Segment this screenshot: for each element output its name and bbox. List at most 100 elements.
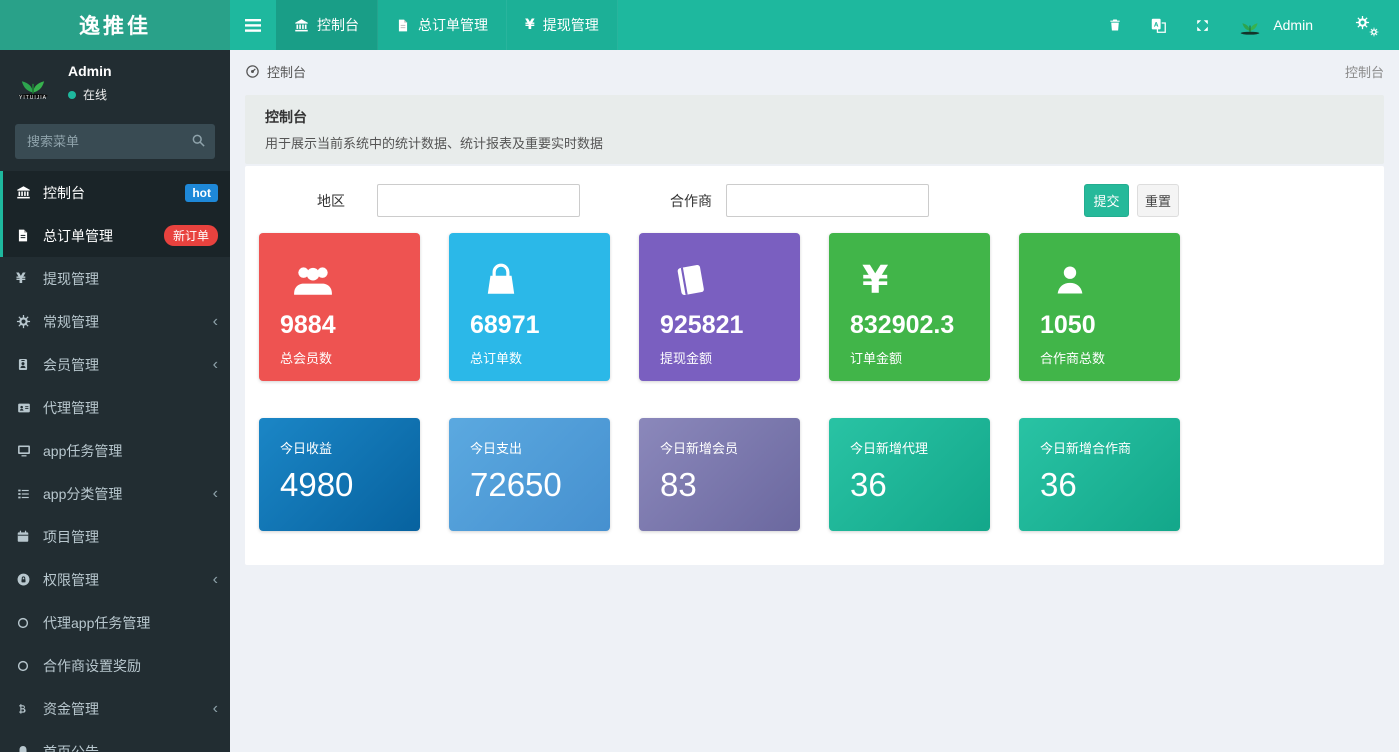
nav-tab-label: 控制台 [317,15,359,35]
stat-value: 1050 [1040,311,1159,340]
screen-icon [16,443,43,458]
stat-label: 今日新增会员 [660,438,779,457]
stat-value: 36 [1040,466,1159,504]
nav-tab-orders[interactable]: 总订单管理 [378,0,507,50]
stat-label: 总订单数 [470,348,589,367]
logo-text: YITUIJIA [19,95,47,101]
sidebar-toggle-button[interactable] [230,0,276,50]
stat-card-new-agents: 今日新增代理 36 [829,418,990,531]
page-title: 控制台 [265,107,1364,127]
stat-card-new-members: 今日新增会员 83 [639,418,800,531]
shopping-bag-icon [482,257,589,303]
stat-label: 提现金额 [660,348,779,367]
dashboard-icon [245,64,260,79]
chevron-left-icon: ‹ [213,314,218,330]
sidebar-item-agent-app-tasks[interactable]: 代理app任务管理 [0,601,230,644]
circle-icon [16,616,43,630]
sidebar-item-withdraw[interactable]: ¥ 提现管理 [0,257,230,300]
stat-card-today-expense: 今日支出 72650 [449,418,610,531]
stat-card-total-partners: 1050 合作商总数 [1019,233,1180,381]
sidebar-item-funds[interactable]: 资金管理 ‹ [0,687,230,730]
app-logo[interactable]: 逸推佳 [0,0,230,50]
stat-label: 订单金额 [850,348,969,367]
reset-button[interactable]: 重置 [1137,184,1179,217]
chevron-left-icon: ‹ [213,486,218,502]
book-icon [672,257,779,303]
sidebar-item-members[interactable]: 会员管理 ‹ [0,343,230,386]
trash-icon-button[interactable] [1094,0,1136,50]
partner-field-label: 合作商 [580,191,726,211]
stat-label: 合作商总数 [1040,348,1159,367]
top-navbar: 逸推佳 控制台 总订单管理 ¥ 提现管理 [0,0,1399,50]
sidebar-item-app-categories[interactable]: app分类管理 ‹ [0,472,230,515]
search-icon[interactable] [191,133,206,148]
stat-label: 总会员数 [280,348,399,367]
lock-circle-icon [16,572,43,587]
yen-icon: ¥ [862,257,969,303]
chevron-left-icon: ‹ [213,357,218,373]
yen-icon: ¥ [525,17,535,33]
stat-card-withdraw-amount: 925821 提现金额 [639,233,800,381]
avatar: YITUIJIA [10,60,56,106]
sidebar-item-agents[interactable]: 代理管理 [0,386,230,429]
stat-card-total-members: 9884 总会员数 [259,233,420,381]
stat-value: 9884 [280,311,399,340]
breadcrumb-right: 控制台 [1345,62,1384,81]
hamburger-icon [245,19,261,32]
dashboard-panel: 地区 合作商 提交 重置 9884 总会员数 68971 总订单数 [245,166,1384,565]
filter-form: 地区 合作商 提交 重置 [259,184,1370,217]
sidebar-item-announcements[interactable]: 首页公告 [0,730,230,752]
stat-label: 今日收益 [280,438,399,457]
circle-icon [16,659,43,673]
navbar-right: Admin [1094,0,1399,50]
id-card-icon [16,401,43,415]
language-icon-button[interactable] [1136,0,1181,50]
calendar-icon [16,529,43,544]
bell-icon [16,744,43,752]
stat-label: 今日新增合作商 [1040,438,1159,457]
sidebar-item-permissions[interactable]: 权限管理 ‹ [0,558,230,601]
user-name: Admin [1273,17,1313,33]
stat-value: 83 [660,466,779,504]
stat-value: 68971 [470,311,589,340]
sidebar-item-dashboard[interactable]: 控制台 hot [0,171,230,214]
sidebar-item-partner-rewards[interactable]: 合作商设置奖励 [0,644,230,687]
partner-input[interactable] [726,184,929,217]
stat-value: 832902.3 [850,311,969,340]
sidebar-item-projects[interactable]: 项目管理 [0,515,230,558]
yen-icon: ¥ [16,271,43,287]
nav-tab-dashboard[interactable]: 控制台 [276,0,378,50]
stats-row-2: 今日收益 4980 今日支出 72650 今日新增会员 83 今日新增代理 36… [259,418,1370,531]
stat-label: 今日新增代理 [850,438,969,457]
hot-badge: hot [185,184,218,202]
new-order-badge: 新订单 [164,225,218,246]
sidebar-item-general[interactable]: 常规管理 ‹ [0,300,230,343]
region-field-label: 地区 [259,191,377,211]
nav-tab-withdraw[interactable]: ¥ 提现管理 [507,0,618,50]
page-subtitle: 用于展示当前系统中的统计数据、统计报表及重要实时数据 [265,133,1364,152]
stat-value: 4980 [280,466,399,504]
stat-card-total-orders: 68971 总订单数 [449,233,610,381]
sidebar-menu: 控制台 hot 总订单管理 新订单 ¥ 提现管理 常规管理 ‹ 会员管理 [0,171,230,752]
sidebar-user-panel: YITUIJIA Admin 在线 [0,50,230,116]
stat-card-today-income: 今日收益 4980 [259,418,420,531]
submit-button[interactable]: 提交 [1084,184,1129,217]
sidebar-search [15,124,215,159]
search-input[interactable] [15,124,215,159]
gears-icon [1355,15,1377,35]
stat-label: 今日支出 [470,438,589,457]
region-input[interactable] [377,184,580,217]
sidebar-item-app-tasks[interactable]: app任务管理 [0,429,230,472]
list-icon [16,487,43,501]
settings-icon-button[interactable] [1341,0,1391,50]
breadcrumb: 控制台 控制台 [230,50,1399,91]
fullscreen-icon-button[interactable] [1181,0,1224,50]
page-header: 控制台 用于展示当前系统中的统计数据、统计报表及重要实时数据 [245,95,1384,164]
sidebar-item-orders[interactable]: 总订单管理 新订单 [0,214,230,257]
user-status-label: 在线 [83,86,107,103]
nav-tab-label: 提现管理 [543,15,599,35]
avatar [1236,11,1264,39]
user-menu[interactable]: Admin [1224,11,1325,39]
stat-value: 925821 [660,311,779,340]
file-icon [396,18,410,33]
